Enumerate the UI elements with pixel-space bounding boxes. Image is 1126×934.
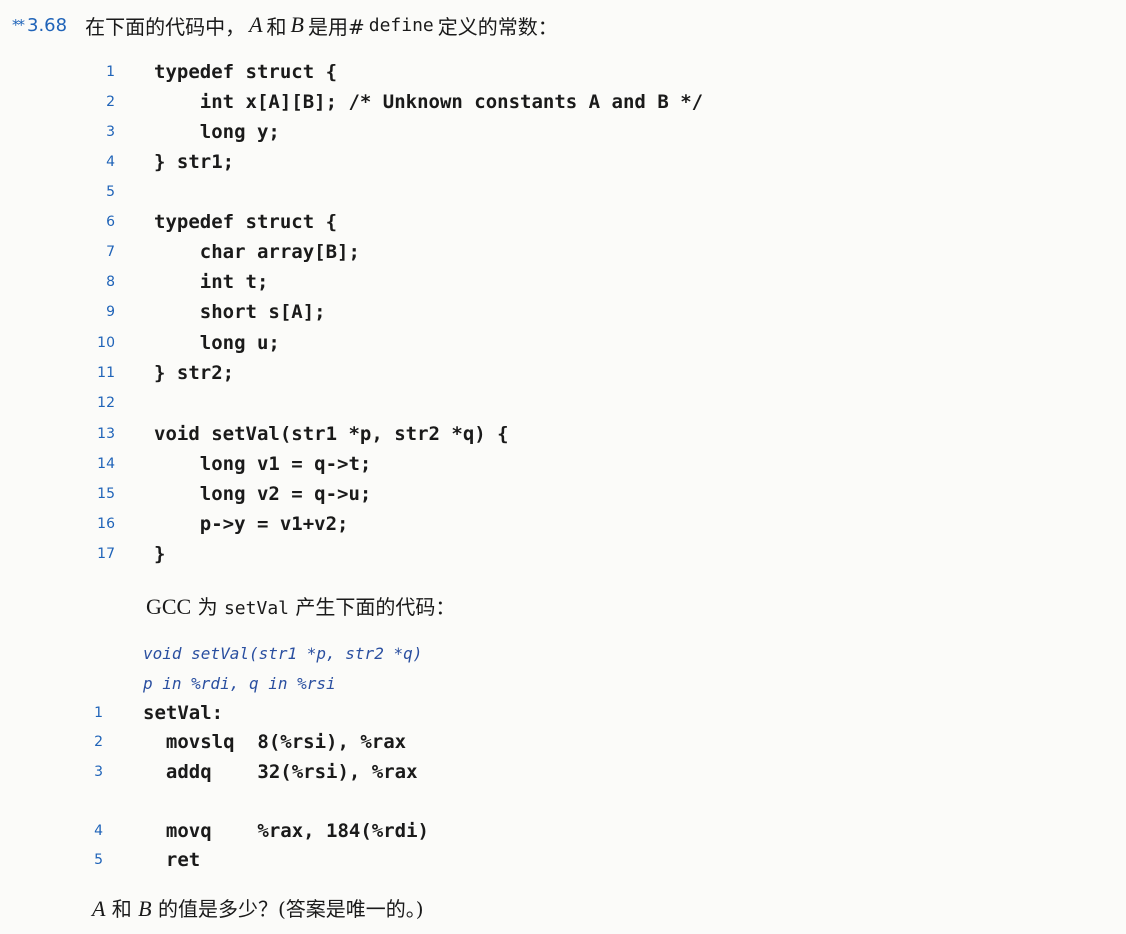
problem-header: ** 3.68 在下面的代码中， A 和 B 是用# define 定义的常数： xyxy=(12,10,558,40)
textbook-page: ** 3.68 在下面的代码中， A 和 B 是用# define 定义的常数：… xyxy=(0,0,1126,934)
intro-text-d: 定义的常数： xyxy=(437,14,558,39)
line-number: 12 xyxy=(97,395,115,411)
code-text: } str2; xyxy=(154,362,235,384)
code-text: } str1; xyxy=(154,151,235,173)
code-text: short s[A]; xyxy=(154,301,326,323)
code-text: long v1 = q->t; xyxy=(154,453,372,475)
intro-text-c: 是用# xyxy=(307,14,365,39)
asm-text: setVal: xyxy=(143,702,224,724)
asm-comment-registers: p in %rdi, q in %rsi xyxy=(143,674,336,693)
difficulty-stars: ** xyxy=(12,16,25,34)
gcc-text-b: 产生下面的代码： xyxy=(289,595,456,619)
line-number: 10 xyxy=(97,335,115,351)
code-text: int t; xyxy=(154,271,269,293)
asm-comment-signature: void setVal(str1 *p, str2 *q) xyxy=(143,644,423,663)
code-text: long y; xyxy=(154,121,280,143)
line-number: 15 xyxy=(97,486,115,502)
asm-text: movq %rax, 184(%rdi) xyxy=(143,820,429,842)
code-text: } xyxy=(154,543,166,565)
asm-text: movslq 8(%rsi), %rax xyxy=(143,731,407,753)
line-number: 14 xyxy=(97,456,115,472)
line-number: 8 xyxy=(106,274,115,290)
problem-number: 3.68 xyxy=(27,14,68,36)
code-text: long u; xyxy=(154,332,280,354)
line-number: 3 xyxy=(94,764,103,780)
line-number: 1 xyxy=(106,64,115,80)
code-text: long v2 = q->u; xyxy=(154,483,372,505)
code-text: char array[B]; xyxy=(154,241,360,263)
question-var-a: A xyxy=(92,896,106,921)
question-line: A 和 B 的值是多少？(答案是唯一的。) xyxy=(92,893,424,925)
code-text: typedef struct { xyxy=(154,211,338,233)
intro-text-b: 和 xyxy=(266,14,287,39)
intro-var-b: B xyxy=(290,12,304,37)
line-number: 5 xyxy=(94,852,103,868)
code-text: int x[A][B]; /* Unknown constants A and … xyxy=(154,91,704,113)
code-text: typedef struct { xyxy=(154,61,338,83)
asm-text: addq 32(%rsi), %rax xyxy=(143,761,418,783)
line-number: 4 xyxy=(106,154,115,170)
gcc-text-a: 为 xyxy=(191,595,224,619)
gcc-label: GCC xyxy=(146,594,192,619)
line-number: 9 xyxy=(106,304,115,320)
question-var-b: B xyxy=(138,896,152,921)
intro-text-a: 在下面的代码中， xyxy=(85,14,246,39)
asm-text: ret xyxy=(143,849,201,871)
line-number: 7 xyxy=(106,244,115,260)
line-number: 2 xyxy=(106,94,115,110)
intro-define-keyword: define xyxy=(368,14,434,36)
line-number: 5 xyxy=(106,184,115,200)
line-number: 16 xyxy=(97,516,115,532)
gcc-intro-line: GCC 为 setVal 产生下面的代码： xyxy=(146,591,455,623)
intro-var-a: A xyxy=(249,12,263,37)
line-number: 4 xyxy=(94,823,103,839)
line-number: 11 xyxy=(97,365,115,381)
question-text-a: 和 xyxy=(105,897,139,921)
line-number: 6 xyxy=(106,214,115,230)
question-text-b: 的值是多少？(答案是唯一的。) xyxy=(151,897,424,921)
code-text: void setVal(str1 *p, str2 *q) { xyxy=(154,423,509,445)
line-number: 13 xyxy=(97,426,115,442)
gcc-function-name: setVal xyxy=(223,598,289,619)
line-number: 2 xyxy=(94,734,103,750)
code-text: p->y = v1+v2; xyxy=(154,513,349,535)
line-number: 3 xyxy=(106,124,115,140)
line-number: 17 xyxy=(97,546,115,562)
line-number: 1 xyxy=(94,705,103,721)
